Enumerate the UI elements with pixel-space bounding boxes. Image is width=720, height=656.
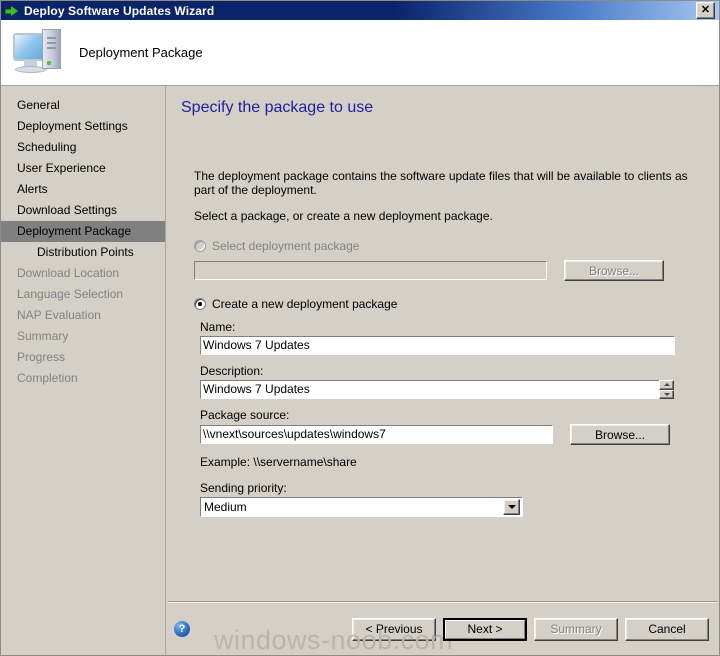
spinner-up-icon[interactable] <box>659 380 674 390</box>
sidebar-item-download-location: Download Location <box>17 266 120 280</box>
description-spinner[interactable] <box>659 380 674 399</box>
sidebar-item-user-experience[interactable]: User Experience <box>1 158 165 179</box>
name-field-row: Windows 7 Updates <box>200 336 705 355</box>
sidebar-item-language-selection: Language Selection <box>17 287 124 301</box>
create-package-radio-row[interactable]: Create a new deployment package <box>194 297 705 311</box>
select-package-browse-button: Browse... <box>564 260 664 281</box>
close-icon[interactable]: ✕ <box>696 2 715 19</box>
chevron-down-icon[interactable] <box>503 499 520 515</box>
sidebar-item-deployment-package[interactable]: Deployment Package <box>1 221 165 242</box>
sidebar-item-progress: Progress <box>17 350 66 364</box>
previous-button[interactable]: < Previous <box>352 617 436 641</box>
sidebar-item-scheduling[interactable]: Scheduling <box>1 137 165 158</box>
sidebar-item-completion: Completion <box>17 371 78 385</box>
select-package-radio <box>194 240 206 252</box>
wizard-steps-sidebar: General Deployment Settings Scheduling U… <box>1 86 166 655</box>
select-package-radio-row: Select deployment package <box>194 239 705 253</box>
create-package-label: Create a new deployment package <box>212 297 398 311</box>
select-package-field-row: Browse... <box>194 260 705 281</box>
spinner-down-icon[interactable] <box>659 389 674 399</box>
page-title: Specify the package to use <box>181 99 374 116</box>
description-field-row: Windows 7 Updates <box>200 380 705 399</box>
wizard-banner: Deployment Package <box>1 20 719 86</box>
description-paragraph-1: The deployment package contains the soft… <box>194 169 688 197</box>
description-input[interactable]: Windows 7 Updates <box>200 380 660 399</box>
sidebar-item-nap-evaluation: NAP Evaluation <box>17 308 101 322</box>
sending-priority-select[interactable]: Medium <box>200 497 523 517</box>
computer-icon <box>11 27 67 79</box>
package-source-label: Package source: <box>200 408 290 422</box>
banner-title: Deployment Package <box>79 45 203 60</box>
window-title: Deploy Software Updates Wizard <box>24 3 215 18</box>
sidebar-item-summary: Summary <box>17 329 69 343</box>
sending-priority-value: Medium <box>204 500 247 514</box>
sending-priority-row: Medium <box>200 497 705 517</box>
name-label: Name: <box>200 320 236 334</box>
sidebar-item-alerts[interactable]: Alerts <box>1 179 165 200</box>
green-arrow-icon <box>5 5 19 17</box>
package-source-browse-button[interactable]: Browse... <box>570 424 670 445</box>
sidebar-item-download-settings[interactable]: Download Settings <box>1 200 165 221</box>
title-bar: Deploy Software Updates Wizard ✕ <box>1 1 719 20</box>
wizard-window: Deploy Software Updates Wizard ✕ Deploym… <box>0 0 720 656</box>
summary-button: Summary <box>534 617 618 641</box>
wizard-content: Specify the package to use The deploymen… <box>166 86 719 655</box>
sidebar-item-deployment-settings[interactable]: Deployment Settings <box>1 116 165 137</box>
next-button[interactable]: Next > <box>443 617 527 641</box>
wizard-footer: ? windows-noob.com < Previous Next > Sum… <box>166 603 719 655</box>
example-text: Example: \\servername\share <box>200 455 357 469</box>
cancel-button[interactable]: Cancel <box>625 617 709 641</box>
sending-priority-label: Sending priority: <box>200 481 287 495</box>
name-input[interactable]: Windows 7 Updates <box>200 336 675 355</box>
footer-buttons: < Previous Next > Summary Cancel <box>352 617 709 641</box>
description-label: Description: <box>200 364 264 378</box>
create-package-radio[interactable] <box>194 298 206 310</box>
package-source-input[interactable]: \\vnext\sources\updates\windows7 <box>200 425 553 444</box>
description-paragraph-2: Select a package, or create a new deploy… <box>194 209 493 223</box>
help-icon[interactable]: ? <box>174 621 190 637</box>
sidebar-item-general[interactable]: General <box>1 95 165 116</box>
select-package-label: Select deployment package <box>212 239 360 253</box>
wizard-body: General Deployment Settings Scheduling U… <box>1 86 719 655</box>
package-source-field-row: \\vnext\sources\updates\windows7 Browse.… <box>200 424 705 445</box>
sidebar-item-distribution-points[interactable]: Distribution Points <box>1 242 165 263</box>
select-package-input <box>194 261 547 280</box>
